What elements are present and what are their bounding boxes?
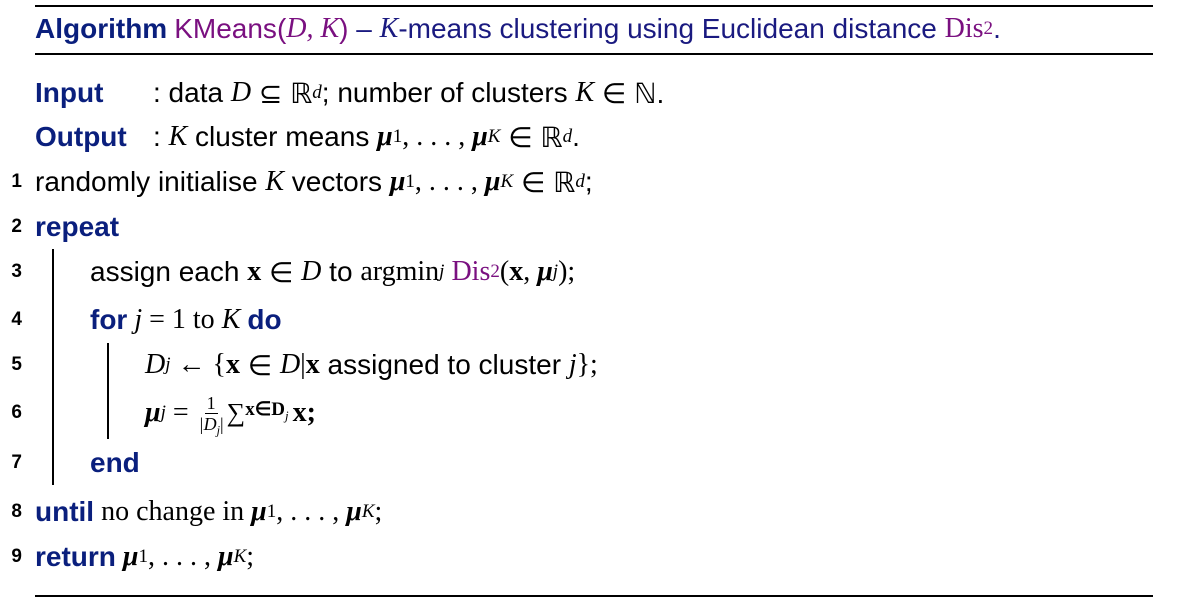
l9-dots: , . . . , [148, 541, 218, 572]
input-label: Input [35, 77, 104, 108]
repeat-block-bar [52, 249, 54, 485]
l3-in: ∈ [261, 256, 302, 288]
repeat-keyword: repeat [35, 211, 120, 242]
until-keyword: until [35, 496, 95, 527]
line-number: 1 [11, 171, 22, 192]
line-number: 6 [11, 402, 22, 423]
l4-eq: = 1 to [142, 304, 222, 335]
caption-title: -means clustering using Euclidean distan… [398, 13, 945, 44]
output-label: Output [35, 121, 127, 152]
l5-arrow: ← { [170, 349, 226, 380]
caption-k: K [379, 13, 399, 44]
l5-d2: D [279, 349, 301, 380]
l5-end: }; [576, 349, 598, 380]
l9-end: ; [246, 541, 255, 572]
l6-mu: μ [145, 397, 161, 428]
line-number: 9 [11, 546, 22, 567]
l6-sum-sub-text: x∈D [245, 399, 286, 421]
algorithm-caption: Algorithm KMeans(D, K) – K -means cluste… [35, 13, 1001, 44]
l1-k: K [265, 166, 285, 197]
l8-mu-k: μ [346, 496, 362, 527]
output-k-symbol: K [168, 121, 188, 152]
line-number: 5 [11, 354, 22, 375]
l4-j: j [134, 304, 143, 335]
l6-sum: ∑ [226, 398, 246, 427]
for-block-bar [107, 343, 109, 439]
caption-dis: Dis [944, 13, 984, 44]
l6-numerator: 1 [204, 392, 218, 414]
l3-to: to [321, 256, 361, 287]
l5-x: x [225, 349, 240, 380]
l3-x: x [247, 256, 262, 287]
output-sep: : [153, 121, 169, 152]
l3-close: ); [558, 256, 576, 287]
l6-fraction: 1 |Dj| [198, 392, 224, 437]
l1-vectors: vectors [284, 166, 390, 197]
algorithm-args: D, K [286, 13, 340, 44]
line-number: 7 [11, 452, 22, 473]
l1-mu-k: μ [484, 166, 501, 197]
l5-text: assigned to cluster [319, 349, 569, 380]
output-mu-k: μ [472, 121, 488, 152]
l1-in: ∈ ℝ [513, 166, 576, 198]
l5-x2: x [305, 349, 320, 380]
line-number: 2 [11, 216, 22, 237]
l8-dots: , . . . , [276, 496, 347, 527]
l1-end: ; [584, 166, 593, 197]
l4-k: K [221, 304, 241, 335]
l8-mu: μ [251, 496, 267, 527]
output-rest: cluster means [187, 121, 378, 152]
l5-in: ∈ [239, 349, 280, 381]
l3-dis: Dis [451, 256, 491, 287]
input-d-symbol: D [230, 77, 252, 108]
input-rest: ; number of clusters [321, 77, 576, 108]
l9-mu: μ [122, 541, 139, 572]
l3-mu: μ [537, 256, 553, 287]
caption-dash: – [348, 13, 380, 44]
l1-dots: , . . . , [414, 166, 485, 197]
l6-den-end: | [220, 413, 224, 434]
l1-mu: μ [389, 166, 406, 197]
algorithm-name: KMeans [174, 13, 277, 44]
caption-period: . [993, 13, 1001, 44]
line-number: 4 [11, 309, 22, 330]
input-k-symbol: K [575, 77, 595, 108]
l3-argmin: argmin [360, 256, 440, 287]
l1-text: randomly initialise [35, 166, 266, 197]
l3-open: ( [499, 256, 510, 287]
l9-mu-k: μ [218, 541, 234, 572]
output-dots: , . . . , [402, 121, 473, 152]
return-keyword: return [35, 541, 116, 572]
l6-denominator: |Dj| [198, 413, 224, 437]
caption-rule [35, 53, 1153, 55]
output-mu: μ [377, 121, 393, 152]
line-number: 3 [11, 261, 22, 282]
l6-den-d: |D [198, 413, 217, 434]
l3-text: assign each [90, 256, 248, 287]
l6-x: x [292, 397, 307, 428]
bottom-rule [35, 595, 1153, 597]
output-end: . [572, 121, 580, 152]
l6-sum-sub-j: j [285, 407, 289, 423]
l6-sum-sub: x∈Dj [245, 400, 288, 422]
input-subset: ⊆ ℝ [251, 77, 313, 109]
output-in: ∈ ℝ [500, 121, 563, 153]
line-number: 8 [11, 501, 22, 522]
l3-d: D [301, 256, 322, 287]
l3-comma: , [523, 256, 538, 287]
input-sep: : data [153, 77, 231, 108]
l3-x2: x [509, 256, 524, 287]
for-keyword: for [90, 304, 128, 335]
l6-end: ; [306, 397, 316, 428]
l8-end: ; [374, 496, 383, 527]
input-in: ∈ ℕ. [594, 77, 665, 109]
l5-d: D [145, 349, 166, 380]
do-keyword: do [247, 304, 282, 335]
end-keyword: end [90, 447, 140, 478]
algorithm-label: Algorithm [35, 13, 168, 44]
l8-text: no change in [94, 496, 252, 527]
l6-eq: = [165, 397, 196, 428]
l5-j: j [568, 349, 577, 380]
